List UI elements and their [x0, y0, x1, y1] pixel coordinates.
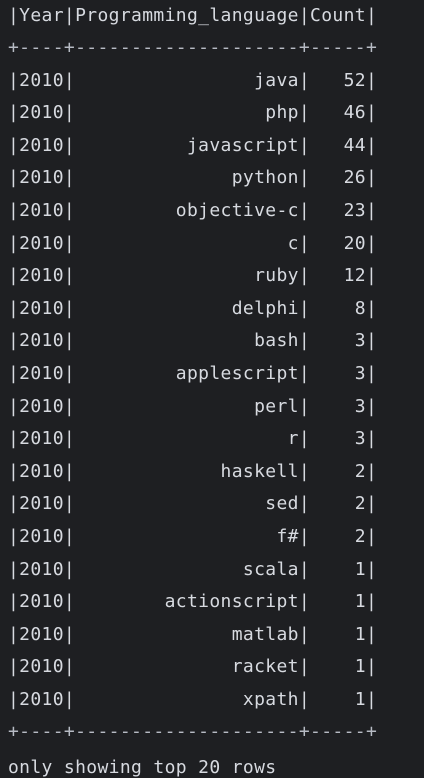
table-row: |2010| r| 3|	[8, 428, 378, 450]
table-row: |2010| bash| 3|	[8, 330, 378, 352]
table-row: |2010| f#| 2|	[8, 525, 378, 547]
table-row: |2010| ruby| 12|	[8, 265, 378, 287]
table-row: |2010| applescript| 3|	[8, 362, 378, 384]
table-separator-bottom: +----+--------------------+-----+	[8, 721, 378, 743]
table-row: |2010| actionscript| 1|	[8, 591, 378, 613]
table-row: |2010| php| 46|	[8, 102, 378, 124]
table-row: |2010| sed| 2|	[8, 493, 378, 515]
footer-note: only showing top 20 rows	[8, 757, 277, 778]
table-separator-top: +----+--------------------+-----+	[8, 37, 378, 58]
table-row: |2010| scala| 1|	[8, 558, 378, 580]
table-row: |2010| java| 52|	[8, 69, 378, 91]
table-row: |2010| xpath| 1|	[8, 688, 378, 710]
table-row: |2010| javascript| 44|	[8, 134, 378, 156]
table-row: |2010| haskell| 2|	[8, 460, 378, 482]
table-row: |2010| delphi| 8|	[8, 297, 378, 319]
table-header: |Year|Programming_language|Count|	[8, 5, 378, 26]
console-output: |Year|Programming_language|Count| +----+…	[0, 0, 424, 778]
table-row: |2010| perl| 3|	[8, 395, 378, 417]
table-row: |2010| objective-c| 23|	[8, 199, 378, 221]
table-row: |2010| python| 26|	[8, 167, 378, 189]
table-row: |2010| c| 20|	[8, 232, 378, 254]
table-row: |2010| racket| 1|	[8, 656, 378, 678]
table-row: |2010| matlab| 1|	[8, 623, 378, 645]
